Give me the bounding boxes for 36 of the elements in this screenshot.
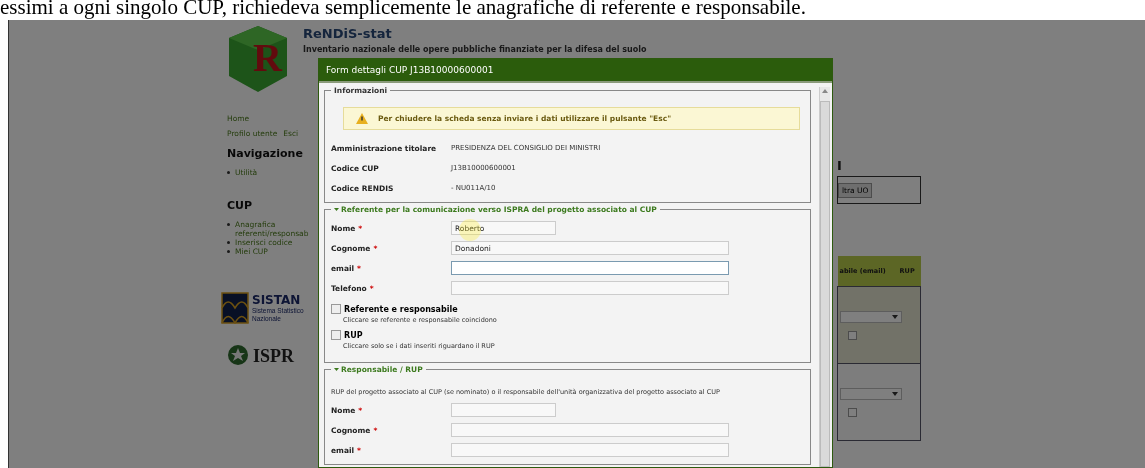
checkbox[interactable] <box>848 408 857 417</box>
dropdown[interactable] <box>840 387 902 400</box>
checkbox[interactable] <box>331 304 341 314</box>
bullet-icon <box>227 241 230 244</box>
dialog-title: Form dettagli CUP J13B10000600001 <box>319 59 832 83</box>
site-subtitle: Inventario nazionale delle opere pubbliche finanziate per la difesa del suolo <box>303 45 647 54</box>
dropdown[interactable] <box>840 310 902 323</box>
toggle-icon[interactable] <box>334 367 339 372</box>
input-field[interactable] <box>451 403 556 417</box>
page-heading: I <box>837 158 843 173</box>
input-field[interactable] <box>451 281 729 295</box>
site-title: ReNDiS-stat <box>303 26 393 41</box>
section-heading: Navigazione <box>227 147 303 160</box>
section-heading: CUP <box>227 199 253 212</box>
cube-logo: R <box>227 24 289 94</box>
caret-icon <box>892 314 898 319</box>
input-field[interactable] <box>451 261 729 275</box>
bullet-icon <box>227 223 230 226</box>
caption-text: essimi a ogni singolo CUP, richiedeva semplicemente le anagrafiche di referente e responsabile. <box>0 0 806 17</box>
emblem-icon <box>227 344 249 368</box>
input-field[interactable] <box>451 443 729 457</box>
arches-logo-icon <box>221 292 249 324</box>
checkbox[interactable] <box>848 331 857 340</box>
checkbox-label: Referente e responsabile <box>344 304 458 314</box>
caret-icon <box>892 391 898 396</box>
input-field[interactable] <box>451 423 729 437</box>
bullet-icon <box>227 171 230 174</box>
warning-icon <box>356 113 368 124</box>
checkbox-label: RUP <box>344 330 363 340</box>
scrollbar[interactable] <box>819 87 830 467</box>
scroll-up-icon[interactable] <box>822 89 828 93</box>
bullet-icon <box>227 250 230 253</box>
logo-name: ISPR <box>253 345 294 367</box>
toggle-icon[interactable] <box>334 207 339 212</box>
checkbox[interactable] <box>331 330 341 340</box>
logo-name: SISTAN <box>252 293 302 307</box>
